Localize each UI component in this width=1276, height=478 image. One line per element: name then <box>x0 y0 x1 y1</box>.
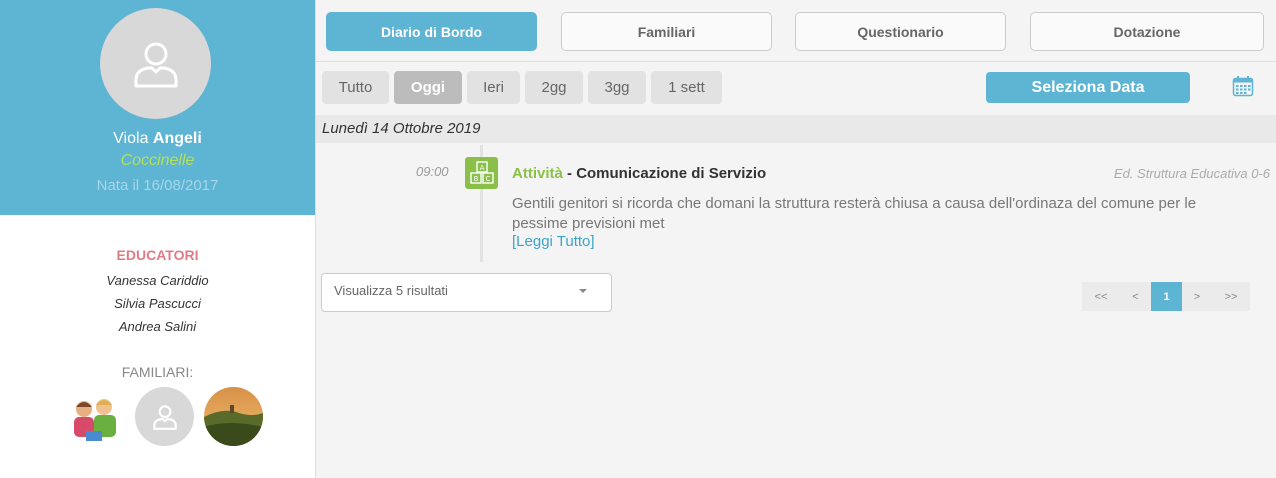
tab-questionario[interactable]: Questionario <box>795 12 1006 51</box>
family-avatar-photo-kids[interactable] <box>66 387 125 446</box>
tab-familiari[interactable]: Familiari <box>561 12 772 51</box>
educator-name: Silvia Pascucci <box>114 296 201 311</box>
profile-card: Viola Angeli Coccinelle Nata il 16/08/20… <box>0 0 315 215</box>
filter-1-sett[interactable]: 1 sett <box>651 71 722 104</box>
pagination-page-1[interactable]: 1 <box>1151 282 1182 311</box>
child-last-name: Angeli <box>152 130 202 147</box>
child-name: Viola Angeli <box>0 130 315 148</box>
educator-name: Andrea Salini <box>118 319 197 334</box>
pagination-next[interactable]: > <box>1182 282 1212 311</box>
sidebar: Viola Angeli Coccinelle Nata il 16/08/20… <box>0 0 316 478</box>
family-avatar-placeholder[interactable] <box>135 387 194 446</box>
pagination-last[interactable]: >> <box>1212 282 1250 311</box>
filter-3gg[interactable]: 3gg <box>588 71 646 104</box>
results-per-page-value: Visualizza 5 risultati <box>334 283 448 298</box>
user-icon <box>152 404 177 430</box>
calendar-icon[interactable] <box>1232 75 1254 102</box>
svg-text:B: B <box>473 175 478 183</box>
pagination-prev[interactable]: < <box>1120 282 1151 311</box>
educator-name: Vanessa Cariddio <box>106 273 209 288</box>
entry-text: Gentili genitori si ricorda che domani l… <box>512 195 1197 232</box>
pagination-first[interactable]: << <box>1082 282 1120 311</box>
entry-author: Ed. Struttura Educativa 0-6 <box>1113 166 1270 181</box>
child-first-name: Viola <box>113 130 149 147</box>
results-per-page-select[interactable]: Visualizza 5 risultati <box>321 273 612 312</box>
tab-dotazione[interactable]: Dotazione <box>1030 12 1264 51</box>
child-group: Coccinelle <box>120 152 195 169</box>
read-more-link[interactable]: [Leggi Tutto] <box>512 233 595 250</box>
entry-title: Attività - Comunicazione di Servizio <box>512 165 766 182</box>
entry-category: Attività <box>512 165 563 182</box>
user-icon <box>134 42 177 87</box>
filter-ieri[interactable]: Ieri <box>467 71 520 104</box>
tab-diario-di-bordo[interactable]: Diario di Bordo <box>326 12 537 51</box>
entry-subject: Comunicazione di Servizio <box>576 165 767 182</box>
family-title: FAMILIARI: <box>121 364 194 380</box>
filter-oggi[interactable]: Oggi <box>394 71 462 104</box>
educators-title: EDUCATORI <box>116 247 199 263</box>
child-avatar <box>100 8 211 119</box>
family-avatars <box>66 387 263 446</box>
filter-tutto[interactable]: Tutto <box>322 71 389 104</box>
select-date-button[interactable]: Seleziona Data <box>986 72 1190 103</box>
entry-separator: - <box>562 165 577 182</box>
filter-2gg[interactable]: 2gg <box>525 71 583 104</box>
activity-blocks-icon: A B C <box>465 157 498 189</box>
pagination: << < 1 > >> <box>1082 282 1250 311</box>
entry-time: 09:00 <box>416 164 449 179</box>
family-avatar-photo-landscape[interactable] <box>204 387 263 446</box>
child-birth-date: Nata il 16/08/2017 <box>96 177 219 194</box>
svg-text:C: C <box>485 175 490 183</box>
chevron-down-icon <box>579 289 587 293</box>
date-header: Lunedì 14 Ottobre 2019 <box>316 115 1276 143</box>
svg-text:A: A <box>479 164 484 172</box>
